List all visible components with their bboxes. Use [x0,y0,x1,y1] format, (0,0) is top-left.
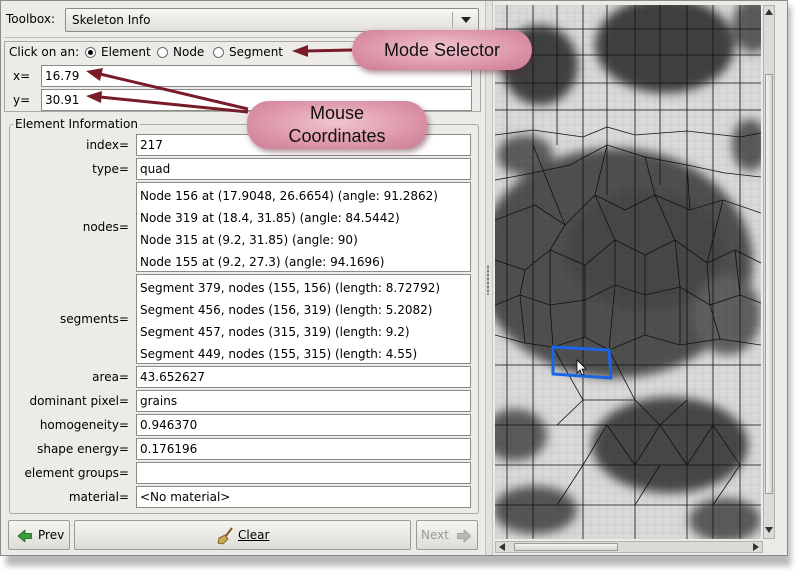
mouse-coordinates-callout-line1: Mouse [309,103,365,123]
mouse-coordinates-callout: Mouse Coordinates [247,101,427,149]
mode-selector-callout-text: Mode Selector [383,40,501,60]
mode-selector-callout: Mode Selector [352,30,532,70]
mouse-coordinates-callout-line2: Coordinates [288,126,386,146]
annotation-arrows [86,45,353,114]
